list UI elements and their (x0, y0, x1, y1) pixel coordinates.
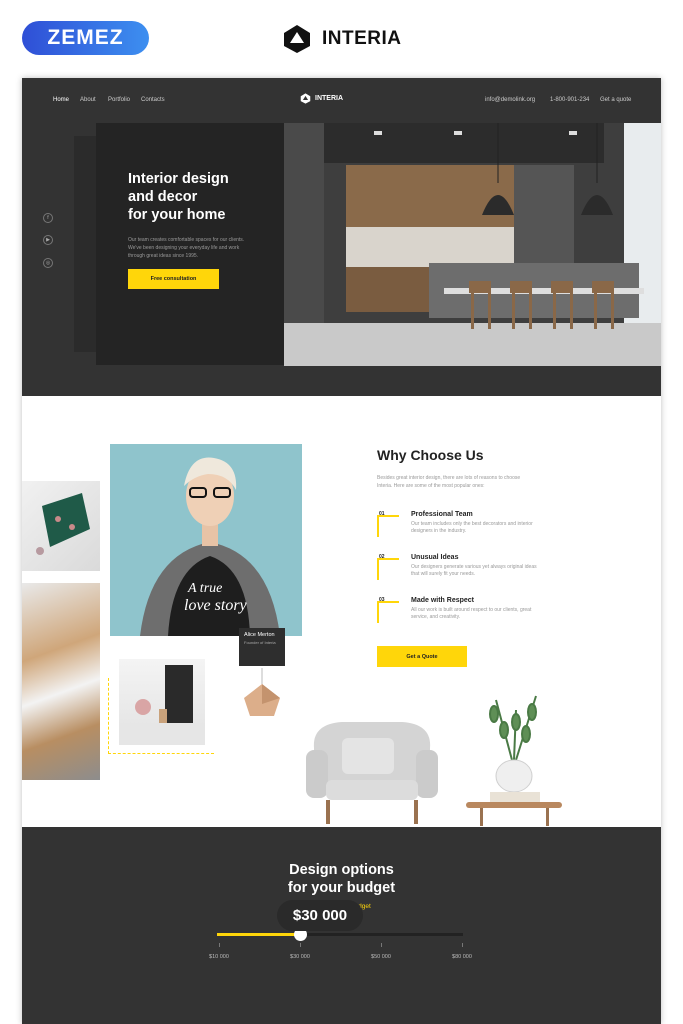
zemez-logo[interactable]: ZEMEZ (22, 21, 149, 55)
feature-number: 01 (379, 511, 385, 517)
feature-text: All our work is built around respect to … (411, 607, 532, 620)
selected-price: $30 000 (277, 900, 363, 931)
feature-unusual-ideas: 02 Unusual Ideas Our designers generate … (377, 554, 552, 584)
feature-text: Our designers generate various yet alway… (411, 564, 537, 577)
founder-role: Founder of Interia (244, 640, 276, 645)
svg-text:A true: A true (187, 581, 222, 596)
pillow-illustration (36, 493, 90, 555)
plant-table-illustration (466, 695, 562, 826)
interia-logo-icon (284, 25, 310, 53)
portrait-illustration: A true love story (110, 444, 302, 636)
why-choose-title: Why Choose Us (377, 447, 484, 463)
website-preview: Home About Portfolio Contacts INTERIA in… (22, 78, 661, 1024)
budget-title: Design options for your budget (22, 861, 661, 897)
slider-tick (300, 943, 301, 947)
slider-label-50000: $50 000 (371, 954, 391, 960)
nav-contacts[interactable]: Contacts (141, 97, 165, 103)
youtube-icon[interactable]: ▶ (43, 235, 53, 245)
desk-decor-image (119, 659, 205, 745)
hero-side-strip (74, 136, 96, 352)
hero-title: Interior design and decor for your home (128, 170, 278, 224)
budget-title-line-1: Design options (289, 862, 394, 878)
founder-name: Alice Merton (244, 632, 275, 638)
svg-text:love story: love story (184, 597, 248, 614)
slider-label-10000: $10 000 (209, 954, 229, 960)
hero-kitchen-image (284, 123, 661, 366)
heart-icon (377, 601, 399, 623)
get-quote-link[interactable]: Get a quote (600, 97, 631, 103)
instagram-icon[interactable]: ◎ (43, 258, 53, 268)
site-logo-icon (300, 93, 311, 104)
get-a-quote-button[interactable]: Get a Quote (377, 646, 467, 667)
feature-title: Unusual Ideas (411, 554, 459, 561)
pendant-lamp-illustration (244, 668, 280, 716)
email-link[interactable]: info@demolink.org (485, 97, 535, 103)
kitchen-illustration (284, 123, 661, 366)
brand-name: INTERIA (322, 28, 402, 49)
nav-home[interactable]: Home (53, 97, 69, 103)
slider-label-80000: $80 000 (452, 954, 472, 960)
slider-tick (381, 943, 382, 947)
desk-illustration (119, 665, 205, 745)
founder-name-tag: Alice Merton Founder of Interia (239, 628, 285, 666)
hero-section: Home About Portfolio Contacts INTERIA in… (22, 78, 661, 396)
facebook-icon[interactable]: f (43, 213, 53, 223)
hero-title-line-3: for your home (128, 207, 226, 223)
slider-tick (219, 943, 220, 947)
pillow-image (22, 481, 100, 571)
team-icon (377, 515, 399, 537)
founder-portrait-image: A true love story (110, 444, 302, 636)
why-choose-intro: Besides great interior design, there are… (377, 475, 521, 489)
slider-tick (462, 943, 463, 947)
hero-description: Our team creates comfortable spaces for … (128, 237, 245, 259)
armchair-illustration (306, 722, 438, 824)
phone-link[interactable]: 1-800-901-234 (550, 97, 589, 103)
nav-portfolio[interactable]: Portfolio (108, 97, 130, 103)
nav-about[interactable]: About (80, 97, 96, 103)
slider-label-30000: $30 000 (290, 954, 310, 960)
hero-title-line-2: and decor (128, 189, 198, 205)
budget-slider-fill (217, 933, 300, 936)
feature-title: Made with Respect (411, 597, 475, 604)
feature-made-with-respect: 03 Made with Respect All our work is bui… (377, 597, 552, 627)
site-logo-text: INTERIA (315, 95, 343, 102)
feature-number: 03 (379, 597, 385, 603)
feature-professional-team: 01 Professional Team Our team includes o… (377, 511, 552, 541)
hero-title-line-1: Interior design (128, 171, 229, 187)
interia-brand: INTERIA (282, 22, 402, 56)
free-consultation-button[interactable]: Free consultation (128, 269, 219, 289)
budget-title-line-2: for your budget (287, 880, 396, 896)
staircase-image (22, 583, 100, 780)
lightbulb-icon (377, 558, 399, 580)
feature-number: 02 (379, 554, 385, 560)
site-logo[interactable]: INTERIA (300, 93, 343, 104)
feature-text: Our team includes only the best decorato… (411, 521, 533, 534)
feature-title: Professional Team (411, 511, 473, 518)
